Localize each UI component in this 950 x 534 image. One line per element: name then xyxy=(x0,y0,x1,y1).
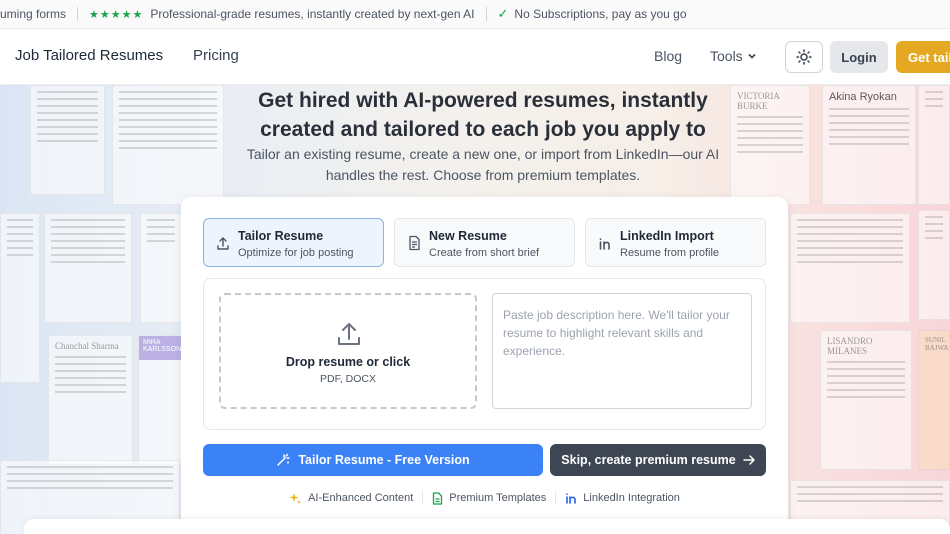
feature-item-linkedin: LinkedIn Integration xyxy=(565,492,680,504)
dropzone-formats: PDF, DOCX xyxy=(319,373,376,385)
linkedin-icon xyxy=(566,493,577,504)
background-resume-thumbnail xyxy=(918,85,950,205)
top-navigation: Job Tailored Resumes Pricing Blog Tools … xyxy=(0,29,950,85)
ticker-text-forms: uming forms xyxy=(0,7,67,21)
background-resume-name: LISANDRO MILANES xyxy=(827,336,873,356)
hero-section: Chanchal Sharma MIRA KARLSSON VICTORIA B… xyxy=(0,85,950,534)
check-icon: ✓ xyxy=(497,6,509,21)
ticker-item-no-subscriptions: ✓ No Subscriptions, pay as you go xyxy=(498,6,687,22)
tab-tailor-resume[interactable]: Tailor Resume Optimize for job posting xyxy=(203,218,384,267)
ticker-item-professional: ★★★★★ Professional-grade resumes, instan… xyxy=(89,7,474,21)
background-resume-name: Chanchal Sharma xyxy=(55,341,119,351)
tailor-resume-button[interactable]: Tailor Resume - Free Version xyxy=(203,444,543,476)
ticker-item-forms: uming forms xyxy=(0,7,66,21)
feature-label: LinkedIn Integration xyxy=(583,492,680,504)
ticker-text-professional: Professional-grade resumes, instantly cr… xyxy=(150,7,475,21)
tab-title: Tailor Resume xyxy=(238,229,324,243)
tab-subtitle: Resume from profile xyxy=(620,247,720,259)
hero-subtitle: Tailor an existing resume, create a new … xyxy=(225,144,741,186)
background-resume-thumbnail: Chanchal Sharma xyxy=(48,335,133,465)
tab-linkedin-import[interactable]: LinkedIn Import Resume from profile xyxy=(585,218,766,267)
background-resume-thumbnail xyxy=(44,213,132,323)
ticker-text-no-subscriptions: No Subscriptions, pay as you go xyxy=(514,7,687,21)
dropzone-label: Drop resume or click xyxy=(285,355,411,369)
ticker-divider xyxy=(485,7,487,21)
document-icon xyxy=(409,235,420,251)
background-resume-name: MIRA KARLSSON xyxy=(139,336,184,360)
background-resume-thumbnail: MIRA KARLSSON xyxy=(138,335,184,465)
brand-link[interactable]: Job Tailored Resumes xyxy=(15,47,163,64)
resume-builder-card: Tailor Resume Optimize for job posting N… xyxy=(181,197,788,534)
feature-divider xyxy=(422,491,424,505)
tab-new-resume[interactable]: New Resume Create from short brief xyxy=(394,218,575,267)
resume-dropzone[interactable]: Drop resume or click PDF, DOCX xyxy=(219,293,477,409)
hero-title-line-2: created and tailored to each job you app… xyxy=(260,118,706,141)
skip-premium-button[interactable]: Skip, create premium resume xyxy=(550,444,766,476)
feature-item-ai: AI-Enhanced Content xyxy=(289,492,413,505)
document-icon xyxy=(433,491,443,505)
tab-subtitle: Create from short brief xyxy=(429,247,540,259)
skip-premium-button-label: Skip, create premium resume xyxy=(561,453,736,467)
hero-subtitle-line-1: Tailor an existing resume, create a new … xyxy=(246,146,720,162)
login-button[interactable]: Login xyxy=(830,41,888,73)
background-resume-name: SUNIL BAJWA xyxy=(925,336,949,352)
job-description-input[interactable] xyxy=(492,293,752,409)
feature-divider xyxy=(555,491,557,505)
sun-icon xyxy=(796,49,812,65)
feature-item-templates: Premium Templates xyxy=(432,491,547,505)
sparkle-icon xyxy=(289,492,302,504)
background-resume-thumbnail xyxy=(140,213,182,323)
magic-wand-icon xyxy=(277,453,291,466)
nav-tools-label: Tools xyxy=(710,48,743,64)
nav-tools-dropdown[interactable]: Tools xyxy=(710,48,757,64)
background-resume-thumbnail: SUNIL BAJWA xyxy=(918,330,950,470)
feature-label: Premium Templates xyxy=(449,492,547,504)
upload-icon xyxy=(217,237,229,250)
tab-title: New Resume xyxy=(429,229,507,243)
nav-blog-link[interactable]: Blog xyxy=(654,48,682,64)
feature-label: AI-Enhanced Content xyxy=(308,492,414,504)
background-resume-thumbnail xyxy=(918,210,950,320)
tailor-resume-button-label: Tailor Resume - Free Version xyxy=(298,453,470,467)
theme-toggle-button[interactable] xyxy=(785,41,823,73)
announcement-bar: uming forms ★★★★★ Professional-grade res… xyxy=(0,0,950,29)
background-resume-thumbnail: LISANDRO MILANES xyxy=(820,330,912,470)
background-resume-thumbnail xyxy=(30,85,105,195)
arrow-right-icon xyxy=(742,455,755,465)
ticker-divider xyxy=(77,7,79,21)
get-started-button[interactable]: Get tail xyxy=(896,41,950,73)
tailor-workspace: Drop resume or click PDF, DOCX xyxy=(203,278,766,430)
hero-title-line-1: Get hired with AI-powered resumes, insta… xyxy=(258,89,708,112)
hero-title: Get hired with AI-powered resumes, insta… xyxy=(200,86,766,144)
hero-subtitle-line-2: handles the rest. Choose from premium te… xyxy=(325,167,641,183)
background-resume-thumbnail xyxy=(0,213,40,383)
linkedin-icon xyxy=(599,238,610,250)
background-resume-thumbnail: Akina Ryokan xyxy=(822,85,916,205)
chevron-down-icon xyxy=(748,53,756,59)
background-resume-thumbnail xyxy=(790,213,910,323)
lower-content-panel xyxy=(24,519,950,534)
star-rating-icon: ★★★★★ xyxy=(89,8,144,21)
tab-title: LinkedIn Import xyxy=(620,229,714,243)
nav-pricing-link[interactable]: Pricing xyxy=(193,47,239,64)
feature-list: AI-Enhanced Content Premium Templates Li… xyxy=(181,491,788,505)
tab-subtitle: Optimize for job posting xyxy=(238,247,354,259)
background-resume-name: Akina Ryokan xyxy=(829,91,897,103)
upload-icon xyxy=(338,323,360,345)
